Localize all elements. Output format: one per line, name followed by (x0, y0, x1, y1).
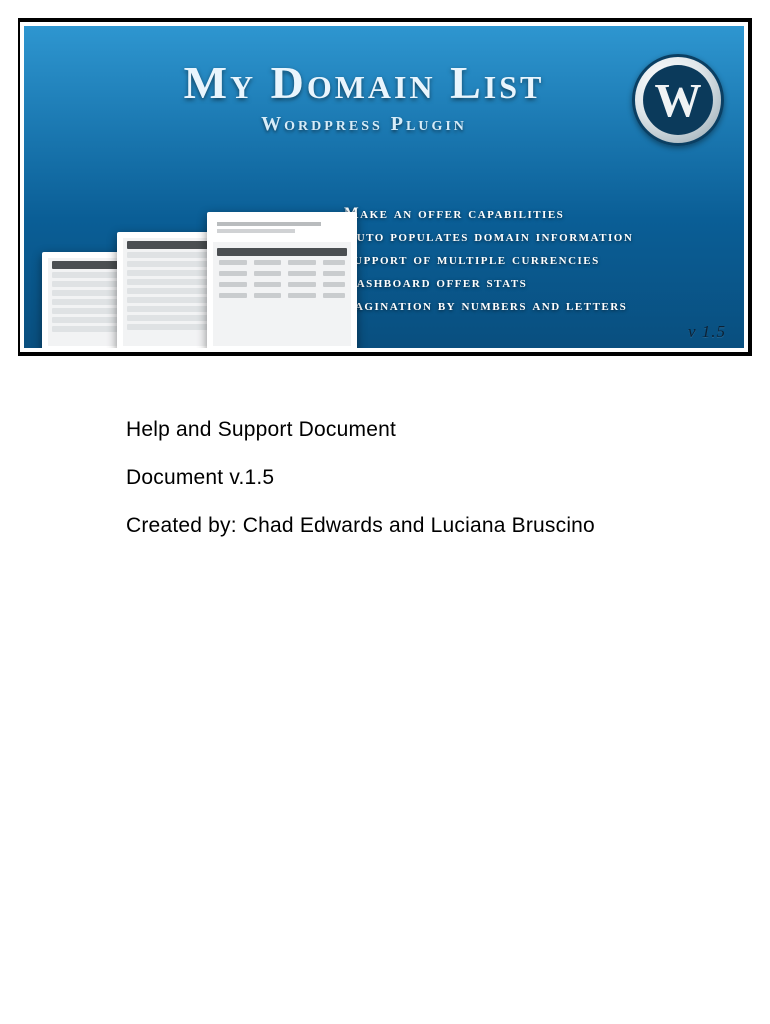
wordpress-logo-icon: W (632, 54, 724, 146)
document-page: My Domain List Wordpress Plugin W Make a… (0, 0, 770, 538)
feature-list: Make an offer capabilities Auto populate… (344, 202, 633, 317)
banner-frame: My Domain List Wordpress Plugin W Make a… (18, 18, 752, 356)
feature-item: Make an offer capabilities (344, 202, 633, 225)
version-label: v 1.5 (688, 322, 726, 342)
feature-item: Auto populates domain information (344, 225, 633, 248)
feature-item: Dashboard offer stats (344, 271, 633, 294)
doc-version: Document v.1.5 (126, 466, 752, 490)
banner: My Domain List Wordpress Plugin W Make a… (24, 26, 744, 348)
screenshot-thumbnails (42, 203, 342, 348)
doc-authors: Created by: Chad Edwards and Luciana Bru… (126, 514, 752, 538)
document-content: Help and Support Document Document v.1.5… (18, 356, 752, 538)
svg-text:W: W (654, 76, 701, 128)
feature-item: Pagination by numbers and letters (344, 294, 633, 317)
feature-item: Support of multiple currencies (344, 248, 633, 271)
screenshot-thumb (207, 212, 357, 348)
doc-title: Help and Support Document (126, 418, 752, 442)
